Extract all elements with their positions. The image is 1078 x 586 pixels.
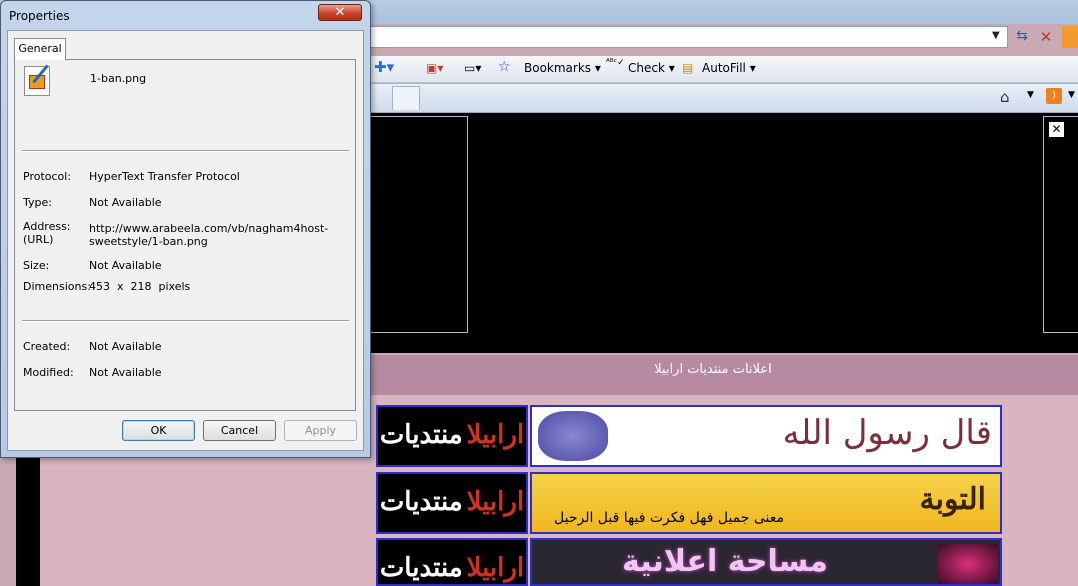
cancel-button[interactable]: Cancel [203,420,276,441]
created-label: Created: [23,340,71,353]
add-icon[interactable]: ✚▾ [374,58,394,76]
modified-value: Not Available [89,366,162,379]
address-label: Address: [23,220,71,233]
banner-subtitle: معنى جميل فهل فكرت فيها قبل الرحيل [554,510,785,526]
home-icon[interactable]: ⌂ [1000,88,1010,106]
dialog-title: Properties [9,9,70,23]
flower-image [938,544,998,584]
banner-logo[interactable]: ارابيلا منتديات [376,405,528,467]
protocol-label: Protocol: [23,170,72,183]
fingerprint-image [538,411,608,461]
type-value: Not Available [89,196,162,209]
tab-general[interactable]: General [14,38,66,60]
star-icon: ☆ [498,59,511,75]
dimensions-label: Dimensions: [23,280,91,293]
ok-button[interactable]: OK [122,420,195,441]
banner-title: التوبة [919,482,986,517]
new-tab-button[interactable] [392,86,420,110]
autofill-label: AutoFill [702,61,746,75]
highlight-icon[interactable]: ▭▾ [464,61,481,75]
ad-frame-left[interactable] [368,116,468,333]
chevron-down-icon[interactable]: ▼ [1027,90,1034,100]
autofill-icon: ▤ [682,61,694,75]
chevron-down-icon: ▾ [749,61,756,75]
dimensions-value: 453 x 218 pixels [89,280,191,293]
chevron-down-icon: ▾ [668,61,675,75]
protocol-value: HyperText Transfer Protocol [89,170,240,183]
logo-word-red: ارابيلا [466,420,525,450]
logo-word-white: منتديات [379,487,463,517]
banner-ad-space-text: مساحة اعلانية [622,544,828,579]
autofill-button[interactable]: AutoFill ▾ [702,61,756,75]
check-button[interactable]: Check ▾ [628,61,675,75]
banner-row[interactable]: ارابيلا منتديات مساحة اعلانية [376,538,1002,586]
address-value-line2[interactable]: sweetstyle/1-ban.png [89,235,208,248]
forum-ads-header: اعلانات منتديات ارابيلا [368,355,1078,395]
size-value: Not Available [89,259,162,272]
size-label: Size: [23,259,50,272]
rss-icon[interactable]: ) [1046,88,1062,104]
close-button[interactable]: ✕ [318,4,362,21]
banner-image[interactable]: مساحة اعلانية [530,538,1002,586]
stop-icon[interactable]: ✕ [1036,28,1056,46]
created-value: Not Available [89,340,162,353]
address-value-line1[interactable]: http://www.arabeela.com/vb/nagham4host- [89,222,328,235]
chevron-down-icon: ▾ [594,61,601,75]
check-label: Check [628,61,665,75]
banner-row[interactable]: ارابيلا منتديات قال رسول الله [376,405,1002,467]
type-label: Type: [23,196,52,209]
close-icon[interactable]: ✕ [1049,122,1064,137]
forum-ads-title: اعلانات منتديات ارابيلا [654,362,772,377]
banner-image[interactable]: قال رسول الله [530,405,1002,467]
apply-button[interactable]: Apply [284,420,357,441]
banner-image[interactable]: التوبة معنى جميل فهل فكرت فيها قبل الرحي… [530,472,1002,534]
logo-word-white: منتديات [379,553,463,583]
bookmarks-label: Bookmarks [524,61,592,75]
tab-row [368,84,1078,113]
logo-word-white: منتديات [379,420,463,450]
address-label-url: (URL) [23,233,54,246]
modified-label: Modified: [23,366,74,379]
ad-area [368,113,1078,353]
separator [22,150,349,152]
search-provider-icon[interactable] [1062,26,1078,48]
toolbar: ✚▾ ▣▾ ▭▾ ☆ Bookmarks ▾ ᴬᴮᶜ✓ Check ▾ ▤ Au… [368,56,1078,83]
chevron-down-icon[interactable]: ▼ [1068,90,1075,100]
left-column-bg [40,455,368,586]
banner-calligraphy: قال رسول الله [782,413,992,453]
translate-icon[interactable]: ▣▾ [426,61,443,75]
image-file-icon [24,64,50,96]
address-dropdown-icon[interactable]: ▼ [992,30,1000,41]
address-bar[interactable] [368,26,1008,48]
banner-row[interactable]: ارابيلا منتديات التوبة معنى جميل فهل فكر… [376,472,1002,534]
ad-frame-right[interactable] [1043,116,1078,333]
left-column [16,455,40,586]
logo-word-red: ارابيلا [466,487,525,517]
separator [22,320,349,322]
bookmarks-button[interactable]: Bookmarks ▾ [524,61,601,75]
spellcheck-icon: ᴬᴮᶜ✓ [606,58,625,68]
banner-logo[interactable]: ارابيلا منتديات [376,472,528,534]
refresh-icon[interactable]: ⇆ [1012,28,1032,46]
banner-logo[interactable]: ارابيلا منتديات [376,538,528,586]
file-name: 1-ban.png [90,72,147,85]
logo-word-red: ارابيلا [466,553,525,583]
